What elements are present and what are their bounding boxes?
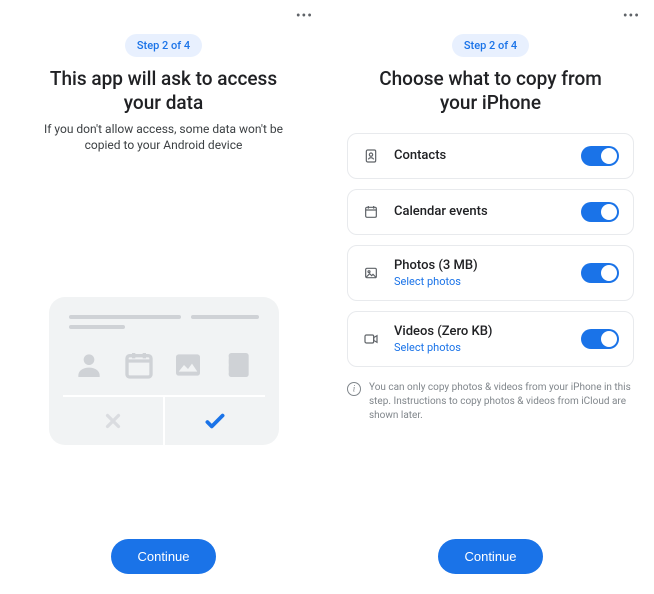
- option-label: Calendar events: [394, 204, 581, 219]
- screen-choose-copy: ••• Step 2 of 4 Choose what to copy from…: [327, 0, 654, 594]
- option-photos[interactable]: Photos (3 MB) Select photos: [347, 245, 634, 301]
- page-title: This app will ask to access your data: [34, 67, 294, 115]
- info-text: You can only copy photos & videos from y…: [369, 381, 634, 423]
- page-title: Choose what to copy from your iPhone: [361, 67, 621, 115]
- option-calendar[interactable]: Calendar events: [347, 189, 634, 235]
- deny-icon: [63, 397, 165, 445]
- option-label: Photos (3 MB): [394, 258, 581, 273]
- more-icon[interactable]: •••: [296, 8, 313, 24]
- calendar-icon: [362, 203, 380, 221]
- option-label: Videos (Zero KB): [394, 324, 581, 339]
- step-badge: Step 2 of 4: [452, 34, 529, 57]
- calendar-icon: [123, 349, 155, 381]
- person-icon: [73, 349, 105, 381]
- select-videos-link[interactable]: Select photos: [394, 341, 581, 354]
- more-icon[interactable]: •••: [623, 8, 640, 24]
- info-note: You can only copy photos & videos from y…: [347, 381, 634, 423]
- copy-options-list: Contacts Calendar events Photos (3 MB) S…: [347, 133, 634, 367]
- notebook-icon: [222, 349, 254, 381]
- illustration-area: [20, 153, 307, 539]
- videos-icon: [362, 330, 380, 348]
- info-icon: [347, 382, 361, 396]
- allow-icon: [165, 397, 265, 445]
- continue-button[interactable]: Continue: [438, 539, 542, 574]
- toggle-calendar[interactable]: [581, 202, 619, 222]
- page-subtitle: If you don't allow access, some data won…: [29, 121, 299, 153]
- toggle-photos[interactable]: [581, 263, 619, 283]
- toggle-contacts[interactable]: [581, 146, 619, 166]
- toggle-videos[interactable]: [581, 329, 619, 349]
- option-contacts[interactable]: Contacts: [347, 133, 634, 179]
- step-badge: Step 2 of 4: [125, 34, 202, 57]
- contacts-icon: [362, 147, 380, 165]
- continue-button[interactable]: Continue: [111, 539, 215, 574]
- permission-illustration: [49, 297, 279, 445]
- option-label: Contacts: [394, 148, 581, 163]
- select-photos-link[interactable]: Select photos: [394, 275, 581, 288]
- screen-access-data: ••• Step 2 of 4 This app will ask to acc…: [0, 0, 327, 594]
- image-icon: [172, 349, 204, 381]
- option-videos[interactable]: Videos (Zero KB) Select photos: [347, 311, 634, 367]
- photos-icon: [362, 264, 380, 282]
